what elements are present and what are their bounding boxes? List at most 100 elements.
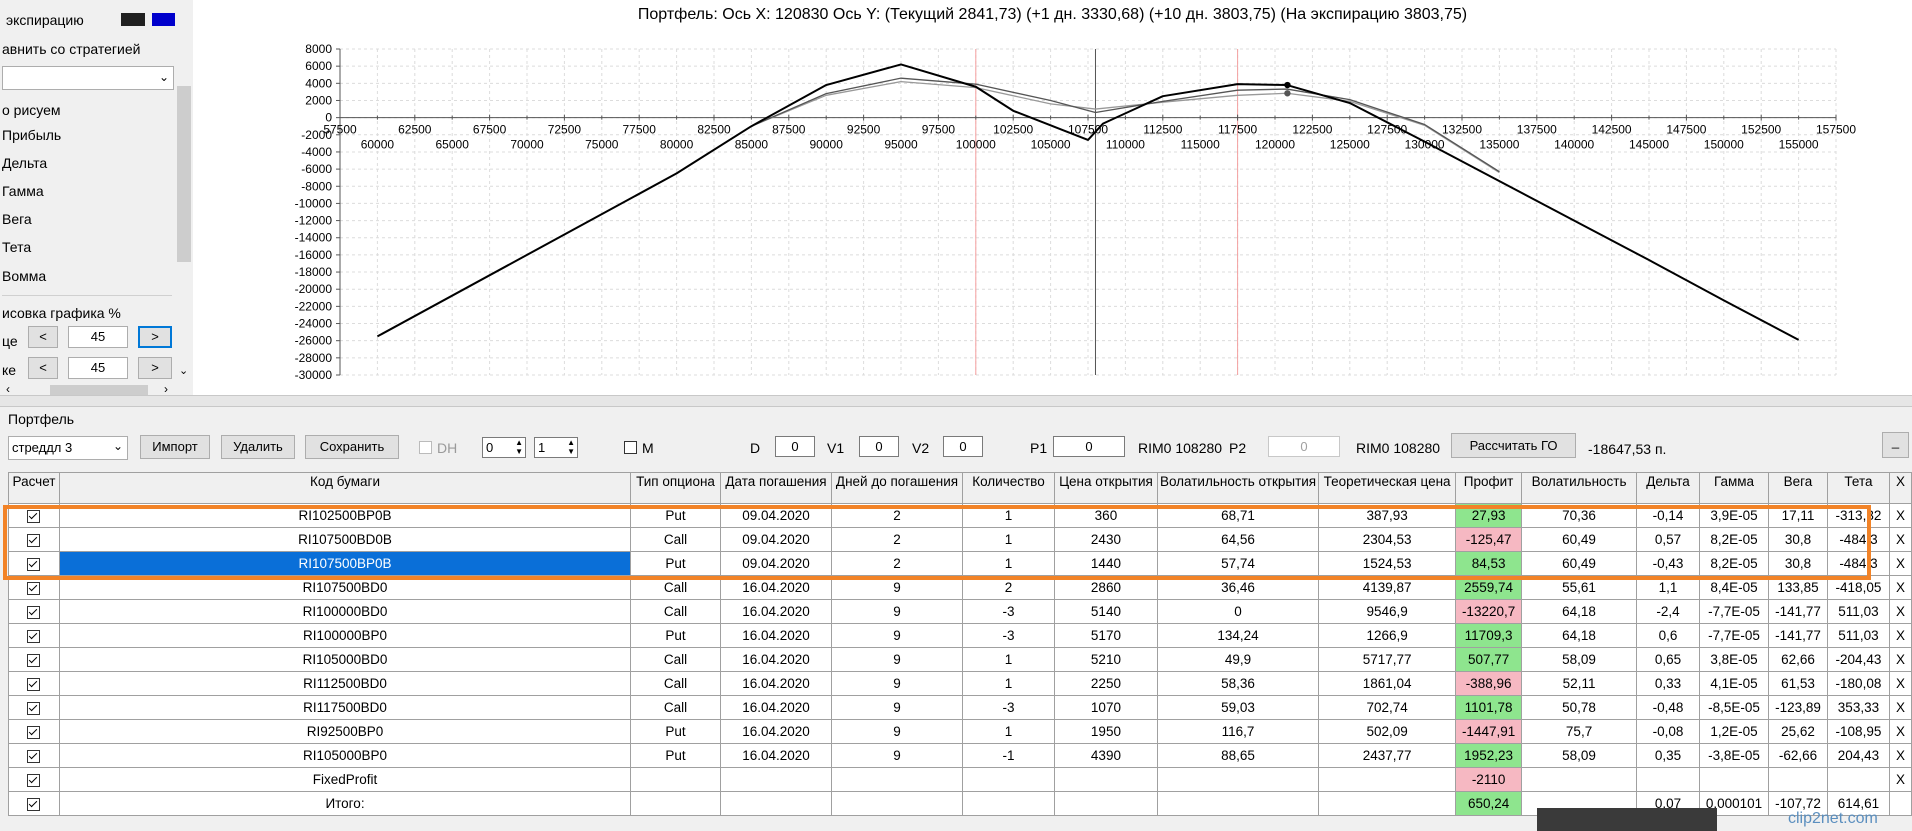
profit-cell: 650,24: [1455, 791, 1523, 816]
calc-checkbox[interactable]: [27, 773, 41, 787]
save-button[interactable]: Сохранить: [305, 435, 399, 459]
dh-checkbox[interactable]: [419, 441, 432, 454]
calc-checkbox-cell[interactable]: [8, 791, 60, 816]
x-tick-label-top: 72500: [548, 123, 582, 137]
calc-checkbox[interactable]: [27, 653, 41, 667]
v1-field[interactable]: 0: [859, 436, 899, 457]
spin1-field[interactable]: 0 ▲ ▼: [482, 437, 526, 458]
remove-row-button[interactable]: [1888, 791, 1912, 816]
calc-checkbox-cell[interactable]: [8, 695, 60, 720]
calc-checkbox[interactable]: [27, 725, 41, 739]
column-header[interactable]: Цена открытия: [1053, 472, 1158, 504]
calc-checkbox-cell[interactable]: [8, 599, 60, 624]
p2-field[interactable]: 0: [1268, 436, 1340, 457]
v2-field[interactable]: 0: [943, 436, 983, 457]
calc-checkbox-cell[interactable]: [8, 671, 60, 696]
code-cell: RI102500BP0B: [58, 503, 632, 528]
m-checkbox[interactable]: [624, 441, 637, 454]
column-header[interactable]: Количество: [961, 472, 1055, 504]
calc-checkbox[interactable]: [27, 629, 41, 643]
remove-row-button[interactable]: X: [1888, 767, 1912, 792]
minimize-button[interactable]: _: [1882, 432, 1909, 458]
spin2-field[interactable]: 1 ▲ ▼: [534, 437, 578, 458]
calc-checkbox[interactable]: [27, 677, 41, 691]
table-row[interactable]: RI100000BP0 Put 16.04.2020 9 -3 5170 134,24 126…: [8, 623, 1912, 648]
remove-row-button[interactable]: X: [1888, 719, 1912, 744]
code-cell: RI107500BD0: [58, 575, 632, 600]
calc-checkbox-cell[interactable]: [8, 575, 60, 600]
column-header[interactable]: Дельта: [1636, 472, 1701, 504]
portfolio-label: Портфель: [8, 411, 75, 427]
d-field[interactable]: 0: [775, 436, 815, 457]
remove-row-button[interactable]: X: [1888, 503, 1912, 528]
table-row[interactable]: RI107500BD0B Call 09.04.2020 2 1 2430 64,56 230…: [8, 527, 1912, 552]
remove-row-button[interactable]: X: [1888, 647, 1912, 672]
calc-checkbox-cell[interactable]: [8, 647, 60, 672]
column-header[interactable]: X: [1888, 472, 1912, 504]
code-cell: RI107500BD0B: [58, 527, 632, 552]
vega-cell: 62,66: [1768, 647, 1828, 672]
table-row[interactable]: RI92500BP0 Put 16.04.2020 9 1 1950 116,7 502,09…: [8, 719, 1912, 744]
calc-checkbox-cell[interactable]: [8, 767, 60, 792]
calc-checkbox-cell[interactable]: [8, 503, 60, 528]
column-header[interactable]: Код бумаги: [58, 472, 632, 504]
delete-button[interactable]: Удалить: [221, 435, 295, 459]
calc-checkbox-cell[interactable]: [8, 623, 60, 648]
table-row[interactable]: RI107500BD0 Call 16.04.2020 9 2 2860 36,46 4139…: [8, 575, 1912, 600]
table-row[interactable]: RI117500BD0 Call 16.04.2020 9 -3 1070 59,03 702…: [8, 695, 1912, 720]
calc-checkbox[interactable]: [27, 701, 41, 715]
p2-label: P2: [1229, 440, 1247, 456]
splitter[interactable]: [0, 395, 1912, 407]
column-header[interactable]: Тета: [1826, 472, 1890, 504]
calc-checkbox[interactable]: [27, 509, 41, 523]
remove-row-button[interactable]: X: [1888, 575, 1912, 600]
remove-row-button[interactable]: X: [1888, 671, 1912, 696]
calc-checkbox[interactable]: [27, 749, 41, 763]
strategy-select[interactable]: стреддл 3 ⌄: [8, 436, 128, 460]
y-tick-label: 6000: [305, 59, 332, 73]
table-row[interactable]: RI105000BD0 Call 16.04.2020 9 1 5210 49,9 5717,…: [8, 647, 1912, 672]
calc-checkbox[interactable]: [27, 605, 41, 619]
spin2-arrows-icon[interactable]: ▲ ▼: [567, 438, 575, 456]
table-row[interactable]: RI100000BD0 Call 16.04.2020 9 -3 5140 0 9546,9-…: [8, 599, 1912, 624]
column-header[interactable]: Гамма: [1699, 472, 1769, 504]
column-header[interactable]: Волатильность: [1521, 472, 1638, 504]
calc-go-button[interactable]: Рассчитать ГО: [1451, 433, 1576, 458]
table-row[interactable]: RI107500BP0B Put 09.04.2020 2 1 1440 57,74 1524…: [8, 551, 1912, 576]
x-tick-label-top: 77500: [623, 123, 657, 137]
remove-row-button[interactable]: X: [1888, 599, 1912, 624]
calc-checkbox[interactable]: [27, 581, 41, 595]
calc-checkbox-cell[interactable]: [8, 743, 60, 768]
table-row[interactable]: RI112500BD0 Call 16.04.2020 9 1 2250 58,36 1861…: [8, 671, 1912, 696]
column-header[interactable]: Расчет: [8, 472, 60, 504]
table-row[interactable]: RI102500BP0B Put 09.04.2020 2 1 360 68,71 387,9…: [8, 503, 1912, 528]
column-header[interactable]: Вега: [1768, 472, 1828, 504]
calc-checkbox-cell[interactable]: [8, 527, 60, 552]
payoff-chart[interactable]: 80006000400020000-2000-4000-6000-8000-10…: [0, 0, 1912, 395]
column-header[interactable]: Профит: [1455, 472, 1523, 504]
remove-row-button[interactable]: X: [1888, 527, 1912, 552]
column-header[interactable]: Тип опциона: [630, 472, 722, 504]
remove-row-button[interactable]: X: [1888, 551, 1912, 576]
column-header[interactable]: Дата погашения: [720, 472, 832, 504]
x-tick-label-top: 107500: [1068, 123, 1108, 137]
calc-checkbox-cell[interactable]: [8, 719, 60, 744]
table-row[interactable]: FixedProfit -2110 X: [8, 767, 1912, 792]
remove-row-button[interactable]: X: [1888, 623, 1912, 648]
column-header[interactable]: Дней до погашения: [831, 472, 963, 504]
calc-checkbox-cell[interactable]: [8, 551, 60, 576]
column-header[interactable]: Теоретическая цена: [1318, 472, 1457, 504]
table-row[interactable]: RI105000BP0 Put 16.04.2020 9 -1 4390 88,65 2437…: [8, 743, 1912, 768]
spin1-arrows-icon[interactable]: ▲ ▼: [515, 438, 523, 456]
column-header[interactable]: Волатильность открытия: [1156, 472, 1320, 504]
vol-open-cell: 134,24: [1156, 623, 1320, 648]
days-cell: 2: [831, 527, 963, 552]
remove-row-button[interactable]: X: [1888, 695, 1912, 720]
p1-field[interactable]: 0: [1053, 436, 1125, 457]
calc-checkbox[interactable]: [27, 557, 41, 571]
y-tick-label: -10000: [295, 196, 333, 210]
calc-checkbox[interactable]: [27, 797, 41, 811]
import-button[interactable]: Импорт: [140, 435, 210, 459]
calc-checkbox[interactable]: [27, 533, 41, 547]
remove-row-button[interactable]: X: [1888, 743, 1912, 768]
